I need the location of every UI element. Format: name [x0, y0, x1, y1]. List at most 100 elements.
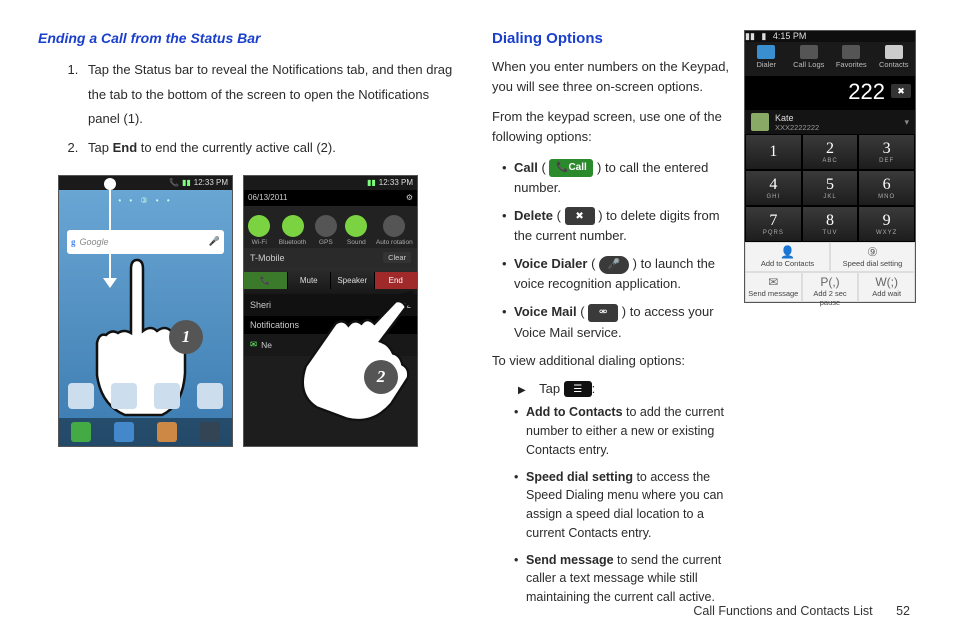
page-number: 52	[896, 604, 910, 618]
toggle-sound: Sound	[345, 215, 367, 246]
sub-speed-dial: Speed dial setting to access the Speed D…	[514, 468, 730, 543]
tab-dialer: Dialer	[745, 42, 788, 76]
step2-post: to end the currently active call (2).	[137, 140, 336, 155]
para-intro: When you enter numbers on the Keypad, yo…	[492, 57, 730, 97]
dock-phone-icon	[71, 422, 91, 442]
signal-icon: ▮▮	[745, 31, 755, 41]
heading-dialing-options: Dialing Options	[492, 30, 730, 47]
menu-row-1: 👤Add to Contacts⑨Speed dial setting	[745, 242, 915, 272]
dock-contacts-icon	[114, 422, 134, 442]
signal-icon: ▮▮	[367, 178, 376, 187]
menu-item: 👤Add to Contacts	[745, 242, 830, 272]
toggle-wifi: Wi-Fi	[248, 215, 270, 246]
step2-bold: End	[113, 140, 138, 155]
tab-favorites: Favorites	[830, 42, 873, 76]
status-bar: ▮▮ 12:33 PM	[244, 176, 417, 190]
screenshot-row: 📞 ▮▮ 12:33 PM • • ③ • • g Google 🎤 1	[38, 175, 462, 447]
toggle-rotation: Auto rotation	[376, 215, 413, 246]
call-button-icon: 📞 Call	[549, 159, 593, 177]
bullet-voice-mail: Voice Mail ( ⚮ ) to access your Voice Ma…	[502, 302, 730, 342]
search-widget: g Google 🎤	[67, 230, 224, 254]
dock-apps-icon	[200, 422, 220, 442]
para-additional: To view additional dialing options:	[492, 351, 730, 371]
voicemail-icon: ⚮	[588, 304, 618, 322]
battery-icon: ▮	[761, 31, 766, 41]
key-9: 9WXYZ	[858, 206, 915, 242]
phone-home-screenshot: 📞 ▮▮ 12:33 PM • • ③ • • g Google 🎤 1	[58, 175, 233, 447]
dock-messaging-icon	[157, 422, 177, 442]
footer-section: Call Functions and Contacts List	[693, 604, 872, 618]
avatar	[751, 113, 769, 131]
phone-notifications-screenshot: ▮▮ 12:33 PM 06/13/2011 ⚙ Wi-Fi Bluetooth…	[243, 175, 418, 447]
callout-2: 2	[364, 360, 398, 394]
app-row	[59, 376, 232, 416]
search-placeholder: Google	[80, 237, 109, 247]
delete-icon: ✖	[565, 207, 595, 225]
date-bar: 06/13/2011 ⚙	[244, 190, 417, 206]
heading-ending-call: Ending a Call from the Status Bar	[38, 30, 462, 46]
call-icon: 📞	[244, 272, 288, 289]
clock: 12:33 PM	[379, 178, 413, 187]
step2-pre: Tap	[88, 140, 113, 155]
chevron-down-icon: ▾	[904, 117, 909, 128]
app-icon	[154, 383, 180, 409]
contact-number: XXX2222222	[775, 123, 819, 132]
key-3: 3DEF	[858, 134, 915, 170]
para-from-keypad: From the keypad screen, use one of the f…	[492, 107, 730, 147]
carrier-row: T-Mobile Clear	[244, 248, 417, 268]
keypad: 12ABC3DEF 4GHI5JKL6MNO 7PQRS8TUV9WXYZ	[745, 134, 915, 242]
toggle-bluetooth: Bluetooth	[279, 215, 306, 246]
clock: 12:33 PM	[194, 178, 228, 187]
backspace-icon: ✖	[891, 84, 911, 98]
step-2: Tap End to end the currently active call…	[82, 136, 462, 161]
tab-call-logs: Call Logs	[788, 42, 831, 76]
date: 06/13/2011	[248, 193, 287, 202]
page-indicator: • • ③ • •	[59, 196, 232, 205]
key-8: 8TUV	[802, 206, 859, 242]
dialer-tabs: Dialer Call Logs Favorites Contacts	[745, 42, 915, 76]
signal-icon: ▮▮	[182, 178, 191, 187]
page-footer: Call Functions and Contacts List 52	[693, 604, 910, 618]
caller-name: Sheri	[250, 300, 271, 310]
key-4: 4GHI	[745, 170, 802, 206]
bullet-call: Call ( 📞 Call ) to call the entered numb…	[502, 158, 730, 198]
menu-item: P(,)Add 2 sec pause	[802, 272, 859, 302]
clear-button: Clear	[383, 252, 411, 263]
toggle-gps: GPS	[315, 215, 337, 246]
key-1: 1	[745, 134, 802, 170]
msg-icon: ✉	[250, 339, 257, 350]
phone-icon: 📞	[169, 178, 179, 187]
mic-icon: 🎤	[209, 236, 220, 247]
settings-icon: ⚙	[406, 193, 413, 202]
app-icon	[111, 383, 137, 409]
quick-toggles: Wi-Fi Bluetooth GPS Sound Auto rotation	[244, 206, 417, 248]
sub-send-message: Send message to send the current caller …	[514, 551, 730, 607]
dial-number-display: 222 ✖	[745, 76, 915, 110]
app-icon	[68, 383, 94, 409]
mic-icon: 🎤	[599, 256, 629, 274]
contact-suggestion: Kate XXX2222222 ▾	[745, 110, 915, 134]
sub-add-contacts: Add to Contacts to add the current numbe…	[514, 403, 730, 459]
key-2: 2ABC	[802, 134, 859, 170]
bullet-delete: Delete ( ✖ ) to delete digits from the c…	[502, 206, 730, 246]
contact-name: Kate	[775, 113, 819, 123]
dock	[59, 418, 232, 446]
app-icon	[197, 383, 223, 409]
callout-1: 1	[169, 320, 203, 354]
key-5: 5JKL	[802, 170, 859, 206]
bullet-voice-dialer: Voice Dialer ( 🎤 ) to launch the voice r…	[502, 254, 730, 294]
key-7: 7PQRS	[745, 206, 802, 242]
status-bar: 📞 ▮▮ 12:33 PM	[59, 176, 232, 190]
menu-item: ✉Send message	[745, 272, 802, 302]
menu-item: W(;)Add wait	[858, 272, 915, 302]
key-6: 6MNO	[858, 170, 915, 206]
menu-row-2: ✉Send messageP(,)Add 2 sec pauseW(;)Add …	[745, 272, 915, 302]
tab-contacts: Contacts	[873, 42, 916, 76]
menu-item: ⑨Speed dial setting	[830, 242, 915, 272]
tap-menu-line: Tap ☰:	[492, 381, 730, 398]
hand-gesture-2	[289, 285, 419, 435]
menu-icon: ☰	[564, 381, 592, 397]
step-1: Tap the Status bar to reveal the Notific…	[82, 58, 462, 132]
phone-dialer-screenshot: ▮▮ ▮ 4:15 PM Dialer Call Logs Favorites …	[744, 30, 916, 615]
status-bar: ▮▮ ▮ 4:15 PM	[745, 31, 915, 42]
